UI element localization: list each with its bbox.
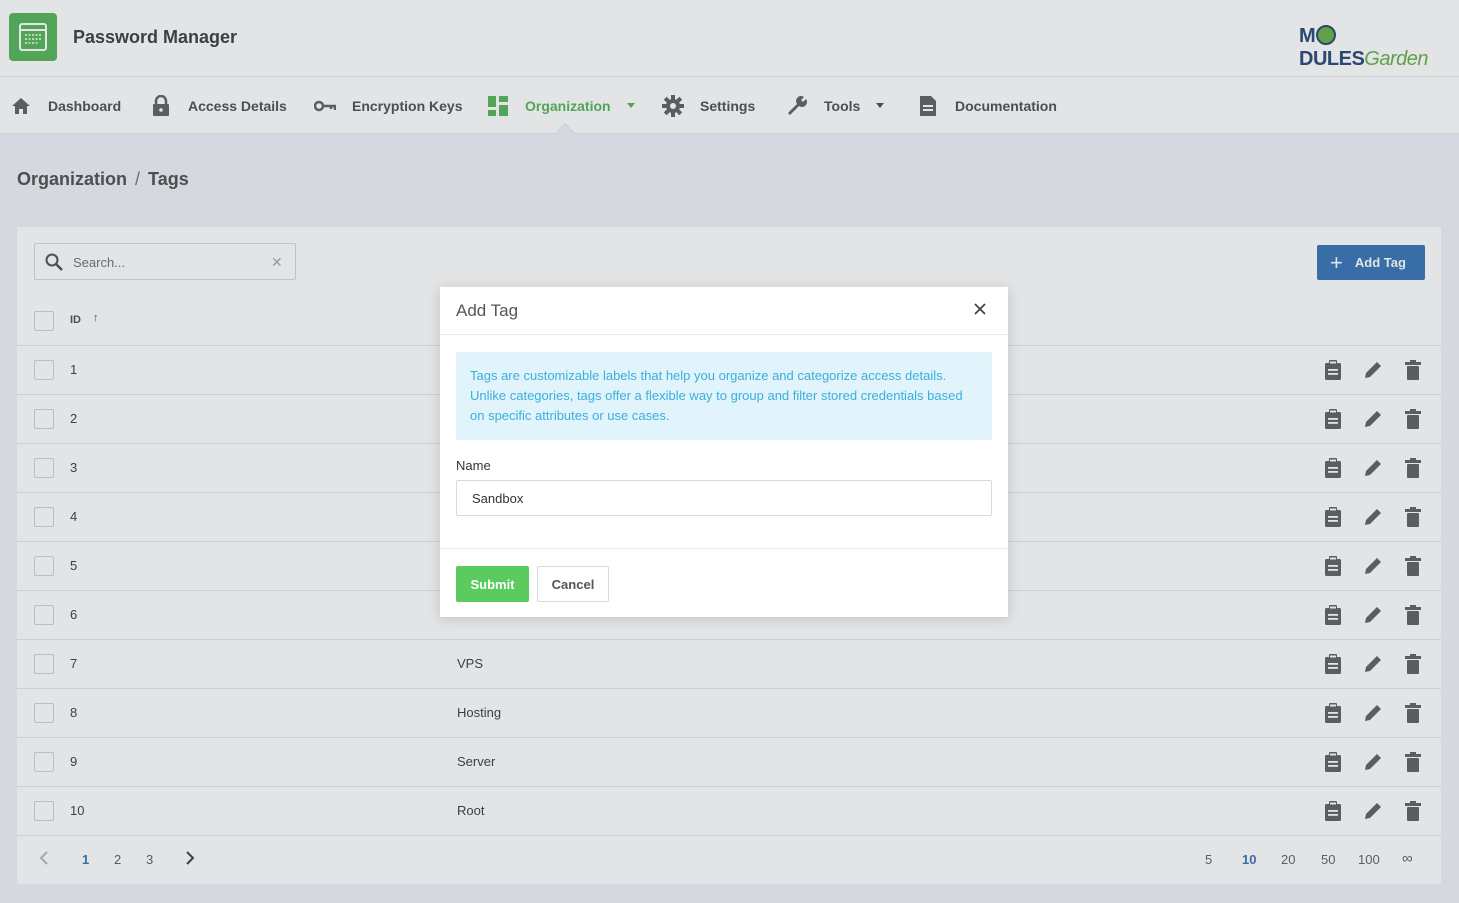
name-field[interactable] xyxy=(456,480,992,516)
cancel-button[interactable]: Cancel xyxy=(537,566,609,602)
name-field-label: Name xyxy=(456,458,491,473)
modal-title: Add Tag xyxy=(456,301,519,320)
add-tag-modal: Add Tag Tags are customizable labels tha… xyxy=(440,287,1008,617)
modal-header: Add Tag xyxy=(440,287,1008,335)
modal-footer: Submit Cancel xyxy=(440,548,1008,617)
close-icon[interactable] xyxy=(972,301,988,317)
info-alert: Tags are customizable labels that help y… xyxy=(456,352,992,440)
submit-button[interactable]: Submit xyxy=(456,566,529,602)
